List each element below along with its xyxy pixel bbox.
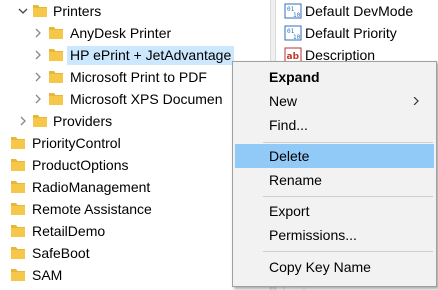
tree-item-label: SAM — [32, 267, 63, 283]
tree-item-label: Providers — [53, 113, 113, 129]
tree-item-microsoft-xps-document[interactable]: Microsoft XPS Documen — [0, 88, 270, 110]
tree-item-printers[interactable]: Printers — [0, 0, 270, 22]
chevron-right-icon[interactable] — [32, 71, 44, 83]
folder-icon — [33, 5, 47, 17]
menu-item-expand[interactable]: Expand — [235, 65, 434, 89]
folder-icon — [11, 269, 25, 281]
folder-icon — [49, 49, 63, 61]
folder-icon — [49, 71, 63, 83]
tree-item-productoptions[interactable]: ProductOptions — [0, 154, 270, 176]
tree-item-safeboot[interactable]: SafeBoot — [0, 242, 270, 264]
menu-item-new[interactable]: New — [235, 89, 434, 113]
menu-separator — [263, 196, 433, 197]
registry-tree[interactable]: Printers AnyDesk Printer HP ePrint + Jet… — [0, 0, 270, 290]
tree-item-label: RadioManagement — [32, 179, 151, 195]
folder-icon — [11, 181, 25, 193]
menu-item-rename[interactable]: Rename — [235, 168, 434, 192]
tree-item-label: Microsoft XPS Documen — [70, 91, 223, 107]
submenu-arrow-icon — [413, 97, 419, 105]
menu-separator — [263, 251, 433, 252]
chevron-right-icon[interactable] — [32, 93, 44, 105]
tree-item-sam[interactable]: SAM — [0, 264, 270, 286]
folder-icon — [11, 137, 25, 149]
tree-item-label: Microsoft Print to PDF — [70, 69, 207, 85]
menu-item-delete[interactable]: Delete — [235, 144, 434, 168]
tree-item-radiomanagement[interactable]: RadioManagement — [0, 176, 270, 198]
menu-item-copy-key-name[interactable]: Copy Key Name — [235, 255, 434, 279]
tree-item-label: RetailDemo — [32, 223, 106, 239]
tree-item-label: HP ePrint + JetAdvantage — [67, 46, 235, 65]
menu-separator — [263, 142, 433, 143]
menu-item-label: New — [269, 93, 298, 109]
value-row-default-priority[interactable]: 01 10 Default Priority — [276, 22, 438, 44]
tree-item-remote-assistance[interactable]: Remote Assistance — [0, 198, 270, 220]
folder-icon — [33, 115, 47, 127]
tree-item-label: PriorityControl — [32, 135, 121, 151]
svg-text:10: 10 — [293, 12, 301, 19]
tree-item-label: ProductOptions — [32, 157, 129, 173]
svg-text:10: 10 — [293, 34, 301, 41]
chevron-down-icon[interactable] — [17, 5, 29, 17]
chevron-right-icon[interactable] — [17, 115, 29, 127]
tree-item-prioritycontrol[interactable]: PriorityControl — [0, 132, 270, 154]
chevron-right-icon[interactable] — [32, 49, 44, 61]
value-name: Default Priority — [305, 25, 397, 41]
chevron-right-icon[interactable] — [32, 27, 44, 39]
folder-icon — [49, 93, 63, 105]
folder-icon — [11, 159, 25, 171]
tree-item-label: Printers — [53, 3, 102, 19]
tree-item-retaildemo[interactable]: RetailDemo — [0, 220, 270, 242]
menu-item-find[interactable]: Find... — [235, 113, 434, 137]
binary-value-icon: 01 10 — [284, 3, 302, 19]
folder-icon — [11, 247, 25, 259]
folder-icon — [49, 27, 63, 39]
value-row-default-devmode[interactable]: 01 10 Default DevMode — [276, 0, 438, 22]
folder-icon — [11, 203, 25, 215]
tree-item-anydesk-printer[interactable]: AnyDesk Printer — [0, 22, 270, 44]
tree-item-hp-eprint-jetadvantage[interactable]: HP ePrint + JetAdvantage — [0, 44, 270, 66]
context-menu[interactable]: Expand New Find... Delete Rename Export … — [232, 61, 437, 287]
menu-item-export[interactable]: Export — [235, 199, 434, 223]
binary-value-icon: 01 10 — [284, 25, 302, 41]
tree-item-microsoft-print-to-pdf[interactable]: Microsoft Print to PDF — [0, 66, 270, 88]
tree-item-label: SafeBoot — [32, 245, 90, 261]
tree-item-providers[interactable]: Providers — [0, 110, 270, 132]
tree-item-label: AnyDesk Printer — [70, 25, 172, 41]
tree-item-label: Remote Assistance — [32, 201, 152, 217]
folder-icon — [11, 225, 25, 237]
menu-item-permissions[interactable]: Permissions... — [235, 223, 434, 247]
value-name: Default DevMode — [305, 3, 414, 19]
